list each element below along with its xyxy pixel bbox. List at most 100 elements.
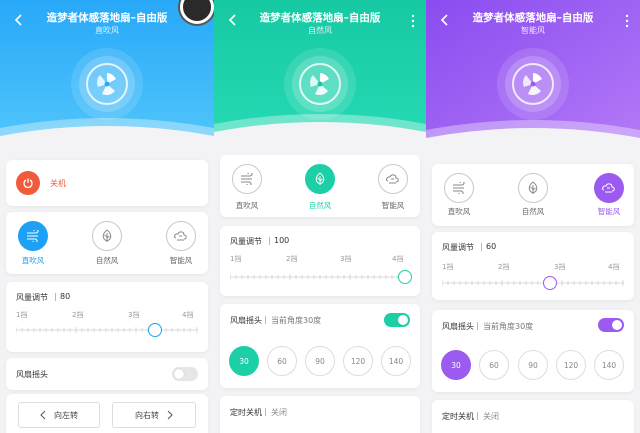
speed-label: 风量调节 <box>230 237 262 246</box>
turn-left-button[interactable]: 向左转 <box>18 402 100 428</box>
turn-card: 向左转 向右转 <box>6 394 208 433</box>
header: 造梦者体感落地扇–自由版 自然风 <box>214 0 426 150</box>
header: 造梦者体感落地扇–自由版 直吹风 <box>0 0 214 150</box>
oscillate-separator: | <box>264 315 267 324</box>
speed-label: 风量调节 <box>16 293 48 302</box>
angle-120-button[interactable]: 120 <box>343 346 373 376</box>
mode-direct-button[interactable] <box>444 173 474 203</box>
angle-30-button[interactable]: 30 <box>229 346 259 376</box>
speed-separator: | <box>268 236 271 245</box>
mode-direct-label: 直吹风 <box>447 207 471 216</box>
mode-natural-button[interactable] <box>305 164 335 194</box>
angle-60-button[interactable]: 60 <box>267 346 297 376</box>
leaf-icon <box>102 229 112 242</box>
fan-logo-icon <box>284 48 356 120</box>
angle-140-button[interactable]: 140 <box>594 350 624 380</box>
mode-smart-button[interactable] <box>166 221 196 251</box>
oscillate-card: 风扇摇头 | 当前角度30度 30 60 90 120 140 <box>432 310 634 392</box>
smart-wind-icon <box>602 183 615 193</box>
app-screens: 造梦者体感落地扇–自由版 直吹风 关机 直吹风 自然风 智能风 风量调节 | 8… <box>0 0 640 433</box>
speed-slider-track[interactable] <box>442 278 624 288</box>
speed-slider-track[interactable] <box>230 272 410 282</box>
speed-slider-knob[interactable] <box>148 323 162 337</box>
angle-30-button[interactable]: 30 <box>441 350 471 380</box>
mode-direct-button[interactable] <box>232 164 262 194</box>
header: 造梦者体感落地扇–自由版 智能风 <box>426 0 640 150</box>
mode-smart-label: 智能风 <box>381 201 405 210</box>
speed-slider-knob[interactable] <box>543 276 557 290</box>
angle-140-button[interactable]: 140 <box>381 346 411 376</box>
page-subtitle: 直吹风 <box>95 26 119 35</box>
mode-card: 直吹风 自然风 智能风 <box>432 164 634 226</box>
tick-1: 1挡 <box>16 311 28 319</box>
more-dots-icon[interactable] <box>624 14 630 28</box>
timer-value: 关闭 <box>483 412 499 421</box>
speed-separator: | <box>54 292 57 301</box>
mode-natural-button[interactable] <box>518 173 548 203</box>
page-subtitle: 智能风 <box>521 26 545 35</box>
screen-smart-wind: 造梦者体感落地扇–自由版 智能风 直吹风 自然风 智能风 风量调节 | 60 1… <box>426 0 640 433</box>
tick-1: 1挡 <box>230 255 242 263</box>
oscillate-label: 风扇摇头 <box>230 316 262 325</box>
speed-separator: | <box>480 242 483 251</box>
speed-card: 风量调节 | 80 1挡 2挡 3挡 4挡 <box>6 282 208 352</box>
direct-wind-icon <box>241 173 253 185</box>
mode-smart-button[interactable] <box>594 173 624 203</box>
oscillate-angle-text: 当前角度30度 <box>483 322 534 331</box>
oscillate-angle-text: 当前角度30度 <box>271 316 322 325</box>
oscillate-separator: | <box>476 321 479 330</box>
power-button[interactable] <box>16 171 40 195</box>
timer-value: 关闭 <box>271 408 287 417</box>
oscillate-toggle[interactable] <box>384 313 410 327</box>
smart-wind-icon <box>386 174 399 184</box>
timer-card[interactable]: 定时关机 | 关闭 <box>220 396 420 433</box>
oscillate-label: 风扇摇头 <box>442 322 474 331</box>
oscillate-toggle[interactable] <box>172 367 198 381</box>
turn-right-button[interactable]: 向右转 <box>112 402 196 428</box>
speed-value: 80 <box>60 292 71 301</box>
mode-natural-label: 自然风 <box>521 207 545 216</box>
mode-natural-label: 自然风 <box>95 256 119 265</box>
more-dots-icon[interactable] <box>410 14 416 28</box>
tick-2: 2挡 <box>72 311 84 319</box>
power-label: 关机 <box>50 179 66 188</box>
tick-4: 4挡 <box>608 263 620 271</box>
mode-natural-button[interactable] <box>92 221 122 251</box>
page-title: 造梦者体感落地扇–自由版 <box>472 12 594 24</box>
power-icon <box>23 178 33 189</box>
timer-separator: | <box>264 407 267 416</box>
direct-wind-icon <box>453 182 465 194</box>
speed-slider-knob[interactable] <box>398 270 412 284</box>
tick-4: 4挡 <box>182 311 194 319</box>
angle-90-button[interactable]: 90 <box>305 346 335 376</box>
speed-slider-track[interactable] <box>16 325 198 335</box>
leaf-icon <box>315 172 325 185</box>
oscillate-label: 风扇摇头 <box>16 370 48 379</box>
fan-logo-icon <box>497 48 569 120</box>
speed-card: 风量调节 | 100 1挡 2挡 3挡 4挡 <box>220 226 420 296</box>
tick-3: 3挡 <box>340 255 352 263</box>
angle-90-button[interactable]: 90 <box>518 350 548 380</box>
power-card[interactable]: 关机 <box>6 160 208 206</box>
page-subtitle: 自然风 <box>308 26 332 35</box>
screen-natural-wind: 造梦者体感落地扇–自由版 自然风 直吹风 自然风 智能风 风量调节 | 100 <box>214 0 426 433</box>
angle-120-button[interactable]: 120 <box>556 350 586 380</box>
mode-smart-button[interactable] <box>378 164 408 194</box>
tick-1: 1挡 <box>442 263 454 271</box>
timer-label: 定时关机 <box>230 408 262 417</box>
oscillate-toggle[interactable] <box>598 318 624 332</box>
turn-left-label: 向左转 <box>54 410 78 420</box>
direct-wind-icon <box>27 230 39 242</box>
timer-card[interactable]: 定时关机 | 关闭 <box>432 400 634 433</box>
mode-smart-label: 智能风 <box>597 207 621 216</box>
screen-direct-wind: 造梦者体感落地扇–自由版 直吹风 关机 直吹风 自然风 智能风 风量调节 | 8… <box>0 0 214 433</box>
tick-2: 2挡 <box>498 263 510 271</box>
mode-card: 直吹风 自然风 智能风 <box>6 212 208 274</box>
chevron-left-icon <box>40 410 46 420</box>
turn-right-label: 向右转 <box>135 410 159 420</box>
chevron-right-icon <box>167 410 173 420</box>
mode-direct-button[interactable] <box>18 221 48 251</box>
speed-card: 风量调节 | 60 1挡 2挡 3挡 4挡 <box>432 232 634 300</box>
angle-60-button[interactable]: 60 <box>479 350 509 380</box>
timer-separator: | <box>476 411 479 420</box>
